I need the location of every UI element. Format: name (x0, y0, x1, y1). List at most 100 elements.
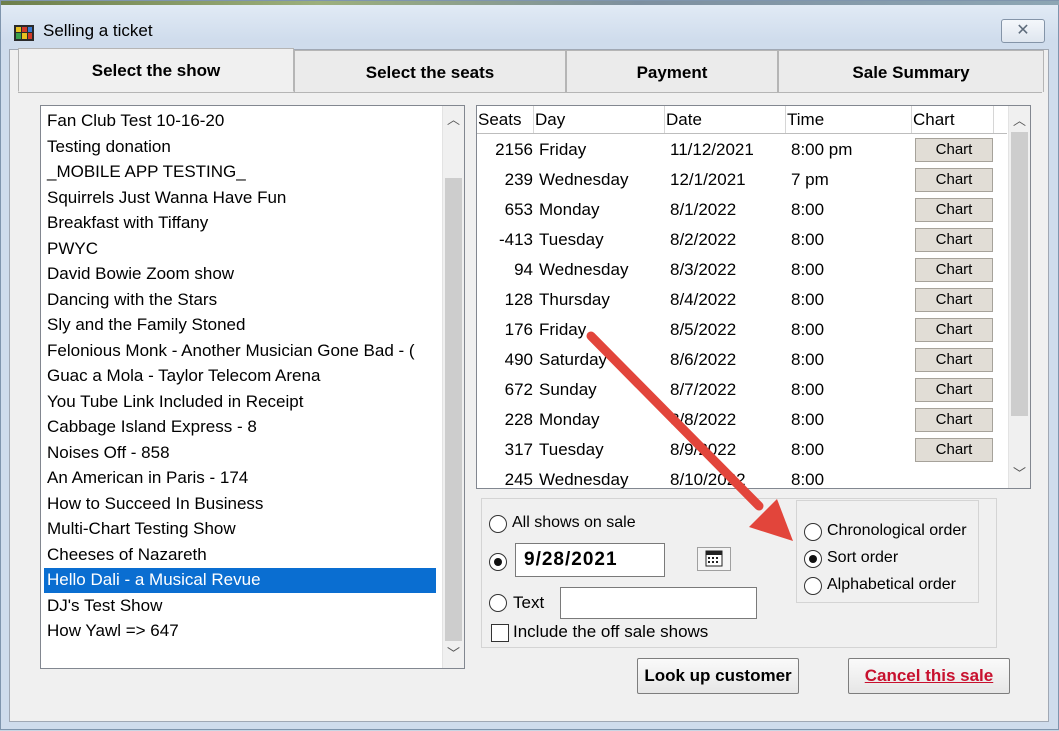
text-field[interactable] (560, 587, 757, 619)
text-label: Text (513, 593, 545, 612)
show-list-item[interactable]: _MOBILE APP TESTING_ (44, 160, 436, 185)
selling-ticket-window: Selling a ticket ✕ Select the show Selec… (0, 0, 1059, 730)
performance-row[interactable]: 228 Monday 8/8/2022 8:00 Chart (477, 405, 1007, 435)
day-cell: Tuesday (539, 440, 604, 459)
day-cell: Wednesday (539, 470, 629, 489)
scroll-up-icon[interactable]: ︿ (1009, 110, 1030, 132)
date-radio[interactable] (489, 553, 507, 571)
show-list-item[interactable]: Dancing with the Stars (44, 288, 436, 313)
performance-row[interactable]: 317 Tuesday 8/9/2022 8:00 Chart (477, 435, 1007, 465)
chart-button[interactable]: Chart (915, 228, 993, 252)
performance-row[interactable]: 245 Wednesday 8/10/2022 8:00 (477, 465, 1007, 489)
performance-row[interactable]: 128 Thursday 8/4/2022 8:00 Chart (477, 285, 1007, 315)
date-cell: 8/9/2022 (670, 440, 737, 459)
lookup-customer-label: Look up customer (644, 666, 792, 685)
cancel-sale-label: Cancel this sale (864, 666, 994, 685)
day-cell: Monday (539, 200, 600, 219)
performance-row[interactable]: 653 Monday 8/1/2022 8:00 Chart (477, 195, 1007, 225)
performance-row[interactable]: 94 Wednesday 8/3/2022 8:00 Chart (477, 255, 1007, 285)
date-field[interactable]: 9/28/2021 (515, 543, 665, 577)
show-list-item[interactable]: Hello Dali - a Musical Revue (43, 567, 437, 594)
tab-select-show[interactable]: Select the show (18, 48, 294, 92)
close-icon: ✕ (1016, 22, 1030, 39)
show-list-item[interactable]: David Bowie Zoom show (44, 262, 436, 287)
performance-row[interactable]: 672 Sunday 8/7/2022 8:00 Chart (477, 375, 1007, 405)
day-cell: Tuesday (539, 230, 604, 249)
show-list-item[interactable]: You Tube Link Included in Receipt (44, 390, 436, 415)
include-off-sale-checkbox[interactable] (491, 624, 509, 642)
show-list-item[interactable]: Cabbage Island Express - 8 (44, 415, 436, 440)
calendar-button[interactable] (697, 547, 731, 571)
chronological-radio[interactable] (804, 523, 822, 541)
show-list-item[interactable]: How to Succeed In Business (44, 492, 436, 517)
time-cell: 8:00 (791, 410, 825, 429)
chart-button[interactable]: Chart (915, 408, 993, 432)
show-list-item[interactable]: Guac a Mola - Taylor Telecom Arena (44, 364, 436, 389)
text-radio[interactable] (489, 594, 507, 612)
tab-sale-summary[interactable]: Sale Summary (778, 50, 1044, 92)
chart-button[interactable]: Chart (915, 318, 993, 342)
chart-button[interactable]: Chart (915, 438, 993, 462)
show-list-item[interactable]: Sly and the Family Stoned (44, 313, 436, 338)
tab-label: Payment (636, 63, 708, 82)
performance-grid: Seats Day Date Time Chart 2156 Friday 11/1… (476, 105, 1031, 489)
show-list-scrollbar[interactable]: ︿ ﹀ (442, 106, 464, 668)
lookup-customer-button[interactable]: Look up customer (637, 658, 799, 694)
seats-cell: 490 (504, 350, 533, 369)
column-header-day[interactable]: Day (534, 106, 665, 133)
show-list-item[interactable]: Multi-Chart Testing Show (44, 517, 436, 542)
column-header-time[interactable]: Time (786, 106, 912, 133)
seats-cell: 228 (504, 410, 533, 429)
sort-order-radio[interactable] (804, 550, 822, 568)
column-header-chart[interactable]: Chart (912, 106, 994, 133)
chart-button[interactable]: Chart (915, 198, 993, 222)
scroll-thumb[interactable] (445, 178, 462, 641)
performance-row[interactable]: 176 Friday 8/5/2022 8:00 Chart (477, 315, 1007, 345)
scroll-down-icon[interactable]: ﹀ (443, 643, 464, 665)
chart-button[interactable]: Chart (915, 378, 993, 402)
performance-row[interactable]: 2156 Friday 11/12/2021 8:00 pm Chart (477, 135, 1007, 165)
time-cell: 8:00 (791, 200, 825, 219)
show-list-item[interactable]: Testing donation (44, 135, 436, 160)
seats-cell: 245 (504, 470, 533, 489)
show-list-item[interactable]: DJ's Test Show (44, 594, 436, 619)
seats-cell: 672 (504, 380, 533, 399)
show-list-item[interactable]: Cheeses of Nazareth (44, 543, 436, 568)
show-list[interactable]: Fan Club Test 10-16-20 Testing donation _M… (40, 105, 465, 669)
all-shows-radio[interactable] (489, 515, 507, 533)
scroll-up-icon[interactable]: ︿ (443, 109, 464, 131)
show-list-item[interactable]: PWYC (44, 237, 436, 262)
show-list-item[interactable]: Squirrels Just Wanna Have Fun (44, 186, 436, 211)
performance-row[interactable]: 239 Wednesday 12/1/2021 7 pm Chart (477, 165, 1007, 195)
grid-scrollbar[interactable]: ︿ ﹀ (1008, 106, 1030, 488)
show-list-item[interactable]: Fan Club Test 10-16-20 (44, 109, 436, 134)
performance-row[interactable]: -413 Tuesday 8/2/2022 8:00 Chart (477, 225, 1007, 255)
chart-button[interactable]: Chart (915, 258, 993, 282)
close-button[interactable]: ✕ (1001, 19, 1045, 43)
show-list-item[interactable]: Breakfast with Tiffany (44, 211, 436, 236)
desktop-background-strip (1, 1, 1059, 5)
time-cell: 8:00 (791, 350, 825, 369)
tab-label: Sale Summary (852, 63, 970, 82)
column-header-seats[interactable]: Seats (477, 106, 534, 133)
chart-button[interactable]: Chart (915, 348, 993, 372)
tab-payment[interactable]: Payment (566, 50, 778, 92)
show-list-item[interactable]: Felonious Monk - Another Musician Gone B… (44, 339, 436, 364)
alphabetical-label: Alphabetical order (827, 576, 956, 593)
performance-row[interactable]: 490 Saturday 8/6/2022 8:00 Chart (477, 345, 1007, 375)
show-list-item[interactable]: An American in Paris - 174 (44, 466, 436, 491)
show-list-item[interactable]: Noises Off - 858 (44, 441, 436, 466)
chart-button[interactable]: Chart (915, 288, 993, 312)
column-header-date[interactable]: Date (665, 106, 786, 133)
day-cell: Saturday (539, 350, 608, 369)
date-cell: 8/8/2022 (670, 410, 737, 429)
show-list-item[interactable]: How Yawl => 647 (44, 619, 436, 644)
alphabetical-radio[interactable] (804, 577, 822, 595)
chart-button[interactable]: Chart (915, 168, 993, 192)
seats-cell: 239 (504, 170, 533, 189)
chart-button[interactable]: Chart (915, 138, 993, 162)
cancel-sale-button[interactable]: Cancel this sale (848, 658, 1010, 694)
scroll-down-icon[interactable]: ﹀ (1009, 463, 1030, 485)
tab-select-seats[interactable]: Select the seats (294, 50, 566, 92)
scroll-thumb[interactable] (1011, 132, 1028, 416)
